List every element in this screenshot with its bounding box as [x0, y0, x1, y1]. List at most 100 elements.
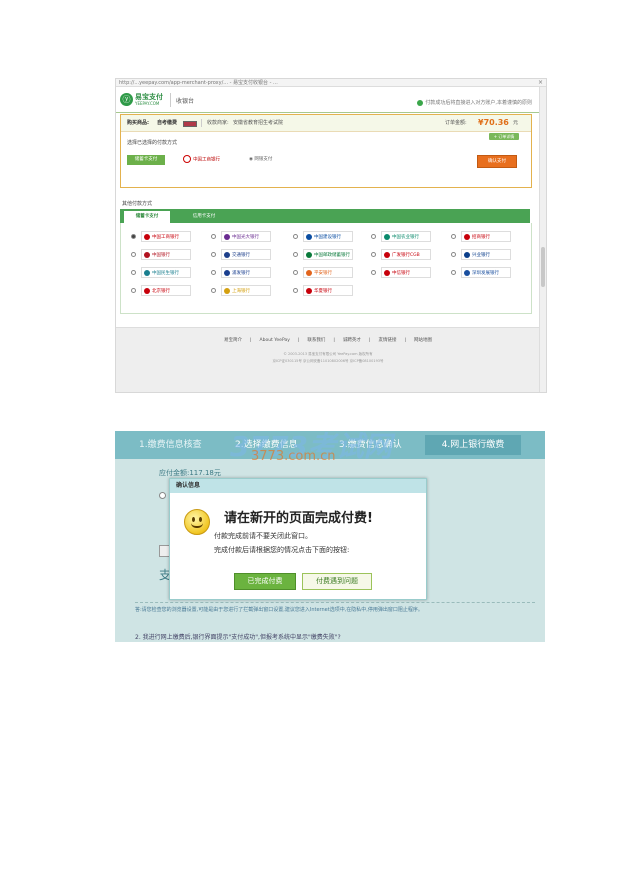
payment-confirm-screenshot: 1.缴费信息核查 2.选择缴费信息 3.缴费信息确认 4.网上银行缴费 3773… — [115, 431, 545, 642]
yeepay-logo-icon: ⓨ — [120, 93, 133, 106]
bank-name: 中国工商银行 — [152, 235, 179, 240]
bank-option[interactable]: 深圳发展银行 — [451, 267, 529, 280]
bank-radio[interactable] — [451, 252, 456, 257]
bank-option[interactable]: 中国民生银行 — [131, 267, 209, 280]
footer-link[interactable]: 联系我们 — [307, 338, 325, 343]
bank-name: 深圳发展银行 — [472, 271, 499, 276]
bank-option[interactable]: 上海银行 — [211, 285, 289, 298]
footer-link[interactable]: 网站地图 — [414, 338, 432, 343]
bank-card[interactable]: 中国建设银行 — [303, 231, 353, 242]
bank-radio[interactable] — [211, 234, 216, 239]
bank-card[interactable]: 中国工商银行 — [141, 231, 191, 242]
bank-logo-icon — [306, 251, 312, 258]
bank-logo-icon — [144, 251, 150, 258]
bank-radio[interactable] — [451, 270, 456, 275]
bank-option[interactable]: 中国农业银行 — [371, 231, 449, 244]
bank-radio[interactable] — [371, 270, 376, 275]
bank-card[interactable]: 上海银行 — [221, 285, 271, 296]
bank-option[interactable]: 平安银行 — [293, 267, 371, 280]
bank-option[interactable]: 中国银行 — [131, 249, 209, 262]
link-separator: | — [249, 338, 252, 343]
footer-link[interactable]: 易宝简介 — [224, 338, 242, 343]
bank-card[interactable]: 交通银行 — [221, 249, 271, 260]
bank-name: 中国建设银行 — [314, 235, 341, 240]
divider — [116, 112, 540, 113]
bank-radio[interactable] — [293, 270, 298, 275]
bank-option[interactable]: 华夏银行 — [293, 285, 371, 298]
order-detail-button[interactable]: + 订单详情 — [489, 133, 519, 140]
payment-done-button[interactable]: 已完成付费 — [234, 573, 296, 590]
bank-logo-icon — [224, 233, 230, 240]
bank-option[interactable]: 中国邮政储蓄银行 — [293, 249, 371, 262]
debit-card-pay-button[interactable]: 储蓄卡支付 — [127, 155, 165, 165]
bank-option[interactable]: 中国建设银行 — [293, 231, 371, 244]
bank-grid: 中国工商银行 中国光大银行 中国建设银行 中国农业银行 招商银行中国银行 交通银行 中国邮政… — [120, 223, 532, 314]
bank-card[interactable]: 深圳发展银行 — [461, 267, 511, 278]
bank-card[interactable]: 兴业银行 — [461, 249, 511, 260]
payment-problem-button[interactable]: 付费遇到问题 — [302, 573, 372, 590]
bank-radio[interactable] — [211, 252, 216, 257]
bank-name: 浦发银行 — [232, 271, 250, 276]
bank-card[interactable]: 浦发银行 — [221, 267, 271, 278]
scrollbar[interactable] — [539, 87, 546, 392]
radio-button[interactable] — [159, 492, 166, 499]
smiley-eye — [199, 517, 202, 522]
bank-option[interactable]: 兴业银行 — [451, 249, 529, 262]
bank-name: 中国邮政储蓄银行 — [314, 253, 350, 258]
bank-option[interactable]: 交通银行 — [211, 249, 289, 262]
bank-card[interactable]: 中国光大银行 — [221, 231, 271, 242]
bank-option[interactable]: 中国光大银行 — [211, 231, 289, 244]
bank-logo-icon — [306, 287, 312, 294]
bank-option[interactable]: 浦发银行 — [211, 267, 289, 280]
selected-pay-type[interactable]: ◉ 网银支付 — [249, 155, 272, 165]
security-notice-text: 付款成功后将直接进入对方账户,本着谨慎的原则 — [425, 100, 532, 106]
bank-option[interactable]: 中信银行 — [371, 267, 449, 280]
bank-option[interactable]: 北京银行 — [131, 285, 209, 298]
tab-credit-card[interactable]: 信用卡支付 — [184, 211, 224, 223]
confirm-pay-button[interactable]: 确认支付 — [477, 155, 517, 168]
bank-name: 交通银行 — [232, 253, 250, 258]
order-amount-unit: 元 — [513, 120, 519, 126]
footer-link[interactable]: About YeePay — [260, 338, 290, 343]
link-separator: | — [368, 338, 371, 343]
bank-option[interactable]: 招商银行 — [451, 231, 529, 244]
bank-card[interactable]: 华夏银行 — [303, 285, 353, 296]
bank-card[interactable]: 广发银行CGB — [381, 249, 431, 260]
close-icon[interactable]: × — [538, 79, 543, 86]
bank-radio[interactable] — [293, 288, 298, 293]
bank-option[interactable]: 广发银行CGB — [371, 249, 449, 262]
bank-card[interactable]: 平安银行 — [303, 267, 353, 278]
bank-card[interactable]: 中信银行 — [381, 267, 431, 278]
bank-radio[interactable] — [211, 288, 216, 293]
bank-card[interactable]: 中国邮政储蓄银行 — [303, 249, 353, 260]
footer-link[interactable]: 诚聘英才 — [343, 338, 361, 343]
bank-card[interactable]: 招商银行 — [461, 231, 511, 242]
yeepay-logo: ⓨ 易宝支付 YEEPAY.COM — [120, 92, 164, 108]
bank-radio[interactable] — [451, 234, 456, 239]
bank-name: 上海银行 — [232, 289, 250, 294]
bank-card[interactable]: 中国银行 — [141, 249, 191, 260]
order-panel: 购买商品: 自考缴费 收款商家: 安徽省教育招生考试院 订单金额: ¥70.36… — [120, 114, 532, 188]
link-separator: | — [333, 338, 335, 343]
bank-card[interactable]: 中国民生银行 — [141, 267, 191, 278]
bank-logo-icon — [306, 233, 312, 240]
tab-debit-card[interactable]: 储蓄卡支付 — [124, 211, 170, 223]
bank-card[interactable]: 北京银行 — [141, 285, 191, 296]
footer-link[interactable]: 友情链接 — [378, 338, 396, 343]
bank-radio[interactable] — [131, 288, 136, 293]
bank-option[interactable]: 中国工商银行 — [131, 231, 209, 244]
bank-logo-icon — [384, 251, 390, 258]
bank-card[interactable]: 中国农业银行 — [381, 231, 431, 242]
bank-radio[interactable] — [131, 252, 136, 257]
bank-radio[interactable] — [371, 234, 376, 239]
bank-radio[interactable] — [131, 270, 136, 275]
scrollbar-thumb[interactable] — [541, 247, 545, 287]
divider — [201, 119, 202, 127]
browser-address-bar[interactable]: http://...yeepay.com/app-merchant-proxy/… — [116, 79, 546, 87]
bank-radio[interactable] — [293, 234, 298, 239]
bank-radio[interactable] — [131, 234, 136, 239]
bank-radio[interactable] — [211, 270, 216, 275]
bank-radio[interactable] — [371, 252, 376, 257]
bank-logo-icon — [144, 233, 150, 240]
bank-radio[interactable] — [293, 252, 298, 257]
